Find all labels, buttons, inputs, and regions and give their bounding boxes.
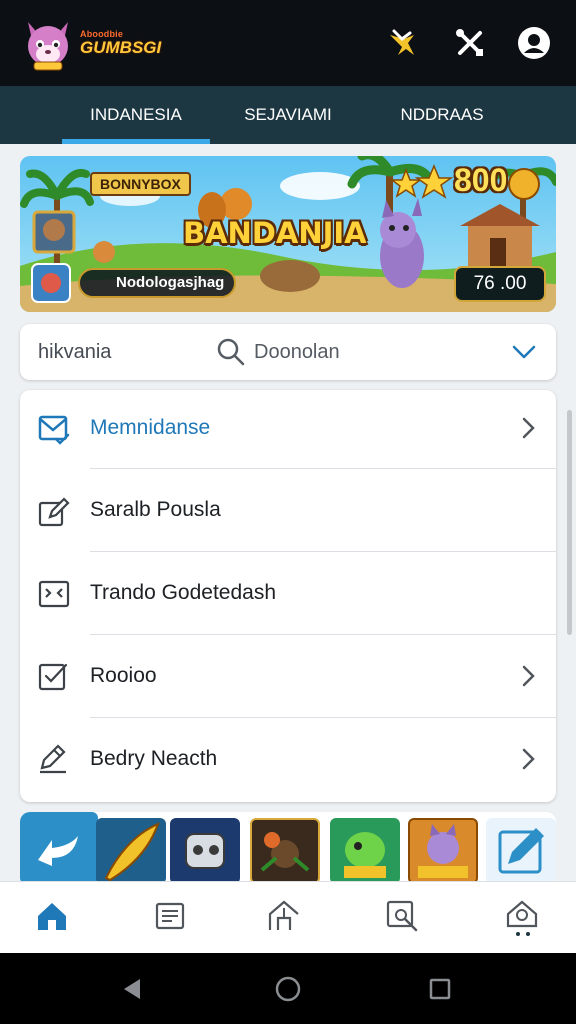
- purple-cat-tile[interactable]: [408, 818, 478, 884]
- edit-tile[interactable]: [486, 818, 556, 884]
- search-icon[interactable]: [216, 337, 246, 367]
- promo-banner[interactable]: BONNYBOX BANDANJIA 800 Nodologasjhag 76 …: [20, 156, 556, 312]
- home-circle-icon[interactable]: [274, 975, 302, 1003]
- menu-divider: [90, 717, 556, 718]
- spider-creature-tile[interactable]: [250, 818, 320, 884]
- menu-item-saralb-pousla[interactable]: Saralb Pousla: [20, 472, 556, 554]
- banner-subtitle-pill[interactable]: Nodologasjhag: [78, 268, 237, 298]
- recents-icon[interactable]: [426, 975, 454, 1003]
- menu-divider: [90, 468, 556, 469]
- menu-item-label: Bedry Neacth: [90, 747, 218, 770]
- system-navigation: [0, 953, 576, 1024]
- tools-icon[interactable]: [452, 25, 488, 61]
- logo-title: GUMBSGI: [80, 38, 162, 57]
- chevron-right-icon: [514, 662, 542, 690]
- share-arrow-tile[interactable]: [20, 812, 98, 884]
- scrollbar[interactable]: [567, 410, 572, 635]
- banner-badge: BONNYBOX: [90, 172, 191, 196]
- banner-title: BANDANJIA: [183, 216, 367, 250]
- menu-item-label: Trando Godetedash: [90, 581, 277, 604]
- terminal-icon: [36, 576, 72, 612]
- shop-icon[interactable]: [264, 896, 304, 936]
- tab-sejaviami[interactable]: SEJAVIAMI: [218, 86, 358, 144]
- green-monster-tile[interactable]: [330, 818, 400, 884]
- chevron-down-icon[interactable]: [510, 338, 538, 366]
- edit-icon: [36, 493, 72, 529]
- game-strip: [20, 812, 556, 884]
- active-tab-indicator: [62, 139, 210, 144]
- menu-item-label: Memnidanse: [90, 416, 211, 439]
- home-icon[interactable]: [32, 896, 72, 936]
- search-input[interactable]: [254, 334, 494, 370]
- banner-price-button[interactable]: 76 .00: [454, 266, 546, 302]
- chevron-right-icon: [514, 414, 542, 442]
- menu-item-label: Saralb Pousla: [90, 498, 221, 521]
- search-bar: hikvania: [20, 324, 556, 380]
- menu-item-trando-godetedash[interactable]: Trando Godetedash: [20, 555, 556, 637]
- search-region-label[interactable]: hikvania: [38, 324, 111, 380]
- account-icon[interactable]: [502, 896, 542, 936]
- category-tabs: INDANESIA SEJAVIAMI NDDRAAS: [0, 86, 576, 144]
- tab-indanesia[interactable]: INDANESIA: [62, 86, 210, 144]
- robot-head-tile[interactable]: [170, 818, 240, 884]
- menu-divider: [90, 634, 556, 635]
- profile-icon[interactable]: [516, 25, 552, 61]
- menu-item-rooioo[interactable]: Rooioo: [20, 638, 556, 720]
- tab-nddraas[interactable]: NDDRAAS: [372, 86, 512, 144]
- menu-item-bedry-neacth[interactable]: Bedry Neacth: [20, 721, 556, 803]
- back-icon[interactable]: [118, 975, 146, 1003]
- news-icon[interactable]: [150, 896, 190, 936]
- app-bar: Aboodbie GUMBSGI: [0, 0, 576, 86]
- banner-subtitle: Nodologasjhag: [116, 274, 225, 291]
- mail-check-icon: [36, 411, 72, 447]
- extension-icon[interactable]: [384, 25, 420, 61]
- app-logo-text: Aboodbie GUMBSGI: [80, 30, 176, 57]
- menu-divider: [90, 551, 556, 552]
- fox-logo-icon[interactable]: [22, 18, 74, 72]
- golden-feather-tile[interactable]: [96, 818, 166, 884]
- bottom-navigation: [0, 881, 576, 953]
- chevron-right-icon: [514, 745, 542, 773]
- banner-score: 800: [454, 162, 508, 198]
- checkbox-icon: [36, 659, 72, 695]
- menu-list: Memnidanse Saralb Pousla Trando Godeteda…: [20, 390, 556, 802]
- menu-item-memnidanse[interactable]: Memnidanse: [20, 390, 556, 472]
- search-tab-icon[interactable]: [382, 896, 422, 936]
- edit-note-icon: [36, 742, 72, 778]
- menu-item-label: Rooioo: [90, 664, 157, 687]
